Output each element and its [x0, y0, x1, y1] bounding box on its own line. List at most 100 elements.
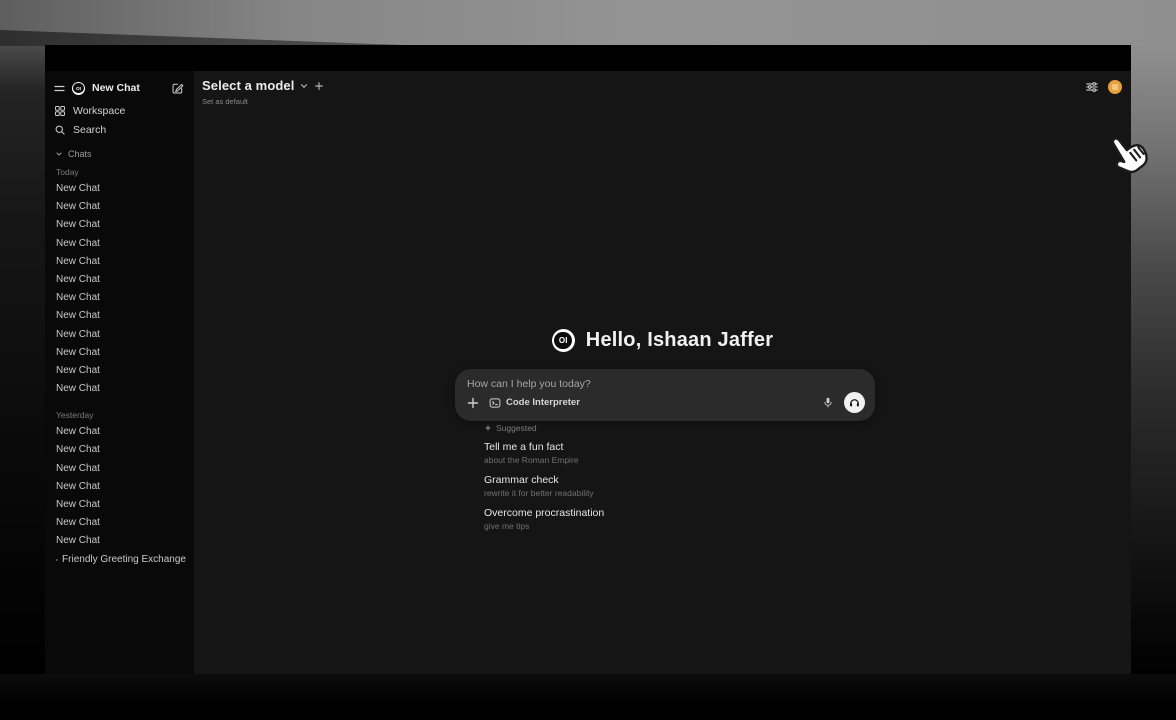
- chat-item-label: New Chat: [56, 441, 100, 459]
- suggestion-subtitle: rewrite it for better readability: [484, 488, 864, 498]
- user-avatar[interactable]: [1108, 80, 1122, 94]
- chat-item-label: New Chat: [56, 362, 100, 380]
- app-logo-icon: OI: [72, 82, 85, 95]
- chat-item[interactable]: New Chat: [53, 289, 186, 307]
- chat-item-label: New Chat: [56, 423, 100, 441]
- sidebar-header: OI New Chat: [53, 76, 186, 100]
- chat-item-label: New Chat: [56, 235, 100, 253]
- chat-item-label: New Chat: [56, 514, 100, 532]
- chat-item-label: New Chat: [56, 289, 100, 307]
- app-logo-icon: OI: [552, 329, 575, 352]
- chat-item-label: New Chat: [56, 532, 100, 550]
- workspace-label: Workspace: [73, 105, 125, 117]
- controls-sliders-icon[interactable]: [1085, 80, 1099, 94]
- chat-group-label: Today: [53, 164, 186, 180]
- app-body: OI New Chat Workspace: [45, 71, 1131, 674]
- workspace-grid-icon: [54, 105, 66, 117]
- chat-item-label: New Chat: [56, 271, 100, 289]
- model-selector[interactable]: Select a model: [202, 78, 324, 93]
- desktop-background-bottom: [0, 674, 1176, 720]
- chat-item-label: New Chat: [56, 253, 100, 271]
- main-area: Select a model Set as default: [194, 71, 1131, 674]
- code-interpreter-label: Code Interpreter: [506, 397, 580, 408]
- greeting-row: OI Hello, Ishaan Jaffer: [194, 329, 1131, 352]
- chat-item[interactable]: New Chat: [53, 460, 186, 478]
- chat-item[interactable]: New Chat: [53, 180, 186, 198]
- attach-plus-icon[interactable]: [467, 397, 479, 409]
- suggestion-subtitle: give me tips: [484, 521, 864, 531]
- greeting-text: Hello, Ishaan Jaffer: [586, 329, 773, 352]
- chat-item[interactable]: New Chat: [53, 514, 186, 532]
- chat-item-label: New Chat: [56, 180, 100, 198]
- chat-group-label: Yesterday: [53, 407, 186, 423]
- chat-item-label: New Chat: [56, 460, 100, 478]
- chat-item[interactable]: New Chat: [53, 253, 186, 271]
- set-default-label[interactable]: Set as default: [202, 97, 248, 106]
- suggested-label: Suggested: [496, 423, 537, 433]
- chat-item[interactable]: New Chat: [53, 271, 186, 289]
- chat-item-label: New Chat: [56, 216, 100, 234]
- app-logo-text: OI: [554, 332, 572, 350]
- search-label: Search: [73, 124, 106, 136]
- code-interpreter-toggle[interactable]: Code Interpreter: [489, 397, 580, 409]
- model-selector-label: Select a model: [202, 78, 294, 93]
- sidebar-toggle-icon[interactable]: [53, 82, 66, 95]
- add-model-icon[interactable]: [314, 81, 324, 91]
- chat-item-label: New Chat: [56, 478, 100, 496]
- sidebar: OI New Chat Workspace: [45, 71, 194, 674]
- sidebar-item-workspace[interactable]: Workspace: [53, 101, 186, 120]
- chat-item-label: New Chat: [56, 380, 100, 398]
- chat-item[interactable]: New Chat: [53, 326, 186, 344]
- suggestion-title: Grammar check: [484, 474, 864, 486]
- window-titlebar: [45, 45, 1131, 71]
- terminal-icon: [489, 397, 501, 409]
- mic-icon[interactable]: [822, 396, 834, 409]
- chat-item-label: New Chat: [56, 496, 100, 514]
- chat-item[interactable]: New Chat: [53, 532, 186, 550]
- chat-item[interactable]: New Chat: [53, 362, 186, 380]
- chat-item[interactable]: New Chat: [53, 496, 186, 514]
- suggested-section: Suggested Tell me a fun fact about the R…: [484, 423, 864, 540]
- suggested-header: Suggested: [484, 423, 864, 433]
- chats-label: Chats: [68, 149, 92, 159]
- chat-item-label: Friendly Greeting Exchange: [62, 551, 186, 569]
- chat-item[interactable]: New Chat: [53, 235, 186, 253]
- suggestion-item[interactable]: Tell me a fun fact about the Roman Empir…: [484, 441, 864, 465]
- suggestion-title: Overcome procrastination: [484, 507, 864, 519]
- app-logo-text: OI: [73, 83, 83, 93]
- suggestion-subtitle: about the Roman Empire: [484, 455, 864, 465]
- sparkle-icon: [484, 424, 492, 432]
- chevron-down-icon: [299, 81, 309, 91]
- chat-item[interactable]: Friendly Greeting Exchange: [53, 551, 186, 569]
- headphones-icon: [848, 396, 861, 409]
- wave-hand-icon: [56, 555, 58, 565]
- chat-item[interactable]: New Chat: [53, 344, 186, 362]
- message-input[interactable]: How can I help you today?: [467, 378, 865, 390]
- chat-item[interactable]: New Chat: [53, 441, 186, 459]
- desktop-background-left: [0, 46, 45, 674]
- new-chat-icon[interactable]: [171, 82, 184, 95]
- chats-section-toggle[interactable]: Chats: [53, 146, 186, 161]
- header-actions: [1085, 80, 1122, 94]
- chat-item[interactable]: New Chat: [53, 198, 186, 216]
- suggestion-title: Tell me a fun fact: [484, 441, 864, 453]
- chat-item[interactable]: New Chat: [53, 478, 186, 496]
- suggestion-item[interactable]: Overcome procrastination give me tips: [484, 507, 864, 531]
- chat-item-label: New Chat: [56, 198, 100, 216]
- chevron-down-icon: [55, 150, 63, 158]
- hand-pointer-cursor: [1101, 127, 1155, 183]
- chat-item[interactable]: New Chat: [53, 216, 186, 234]
- chat-list: TodayNew ChatNew ChatNew ChatNew ChatNew…: [53, 164, 186, 569]
- sidebar-item-search[interactable]: Search: [53, 120, 186, 139]
- suggestion-item[interactable]: Grammar check rewrite it for better read…: [484, 474, 864, 498]
- chat-item[interactable]: New Chat: [53, 380, 186, 398]
- chat-item-label: New Chat: [56, 307, 100, 325]
- app-window: OI New Chat Workspace: [45, 45, 1131, 674]
- chat-item[interactable]: New Chat: [53, 307, 186, 325]
- chat-item-label: New Chat: [56, 344, 100, 362]
- chat-item[interactable]: New Chat: [53, 423, 186, 441]
- voice-call-button[interactable]: [844, 392, 865, 413]
- chat-item-label: New Chat: [56, 326, 100, 344]
- message-composer[interactable]: How can I help you today? Code Interpret…: [455, 369, 875, 421]
- search-icon: [54, 124, 66, 136]
